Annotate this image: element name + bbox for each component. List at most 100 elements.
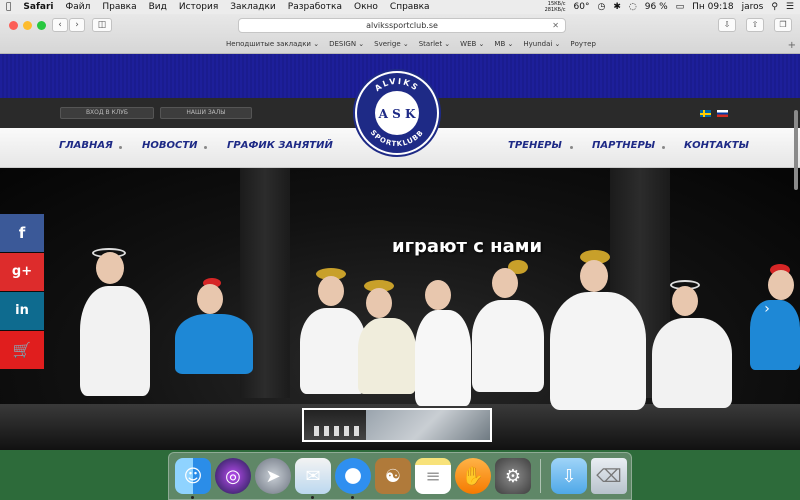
- linkedin-button[interactable]: in: [0, 292, 44, 330]
- login-club-button[interactable]: ВХОД В КЛУБ: [60, 107, 154, 119]
- siri-icon[interactable]: ◎: [215, 458, 251, 494]
- google-plus-icon: g+: [11, 264, 33, 279]
- nav-separator: [570, 146, 573, 149]
- menu-view[interactable]: Вид: [149, 2, 167, 12]
- nav-news[interactable]: НОВОСТИ: [142, 140, 198, 151]
- bookmark-unsorted[interactable]: Неподшитые закладки ⌄: [226, 40, 319, 48]
- safari-toolbar: ‹ › ◫ alvikssportclub.se ✕ ⇩ ⇧ ❐ Неподши…: [0, 14, 800, 54]
- safari-icon[interactable]: ➚: [335, 458, 371, 494]
- nav-schedule[interactable]: ГРАФИК ЗАНЯТИЙ: [227, 140, 333, 151]
- notification-center-icon[interactable]: ☰: [786, 2, 794, 12]
- menu-bookmarks[interactable]: Закладки: [230, 2, 276, 12]
- thumbnail-2[interactable]: [366, 410, 490, 440]
- bookmark-starlet[interactable]: Starlet ⌄: [419, 40, 450, 48]
- temperature-readout[interactable]: 60°: [574, 2, 590, 12]
- sidebar-button[interactable]: ◫: [92, 18, 112, 32]
- tabs-icon: ❐: [779, 20, 787, 29]
- share-icon: ⇧: [751, 20, 759, 29]
- nav-home[interactable]: ГЛАВНАЯ: [59, 140, 113, 151]
- facebook-button[interactable]: f: [0, 214, 44, 252]
- trash-can-icon: ⌫: [596, 465, 622, 487]
- cart-icon: 🛒: [12, 341, 32, 359]
- russian-flag-icon[interactable]: [717, 110, 728, 117]
- notes-icon[interactable]: ≡: [415, 458, 451, 494]
- zoom-window-button[interactable]: [37, 21, 46, 30]
- google-plus-button[interactable]: g+: [0, 253, 44, 291]
- menu-safari[interactable]: Safari: [23, 2, 53, 12]
- nav-contacts[interactable]: КОНТАКТЫ: [684, 140, 749, 151]
- mail-stamp-icon[interactable]: ✉: [295, 458, 331, 494]
- minimize-window-button[interactable]: [23, 21, 32, 30]
- trash-icon[interactable]: ⌫: [591, 458, 627, 494]
- language-switcher: [700, 110, 728, 117]
- slider-thumbnails: [302, 408, 492, 442]
- menu-window[interactable]: Окно: [354, 2, 378, 12]
- tabs-overview-button[interactable]: ❐: [774, 18, 792, 32]
- chevron-right-icon: ›: [75, 20, 79, 30]
- stop-loading-icon[interactable]: ✕: [552, 19, 559, 32]
- sidebar-icon: ◫: [97, 20, 107, 30]
- battery-status[interactable]: 96 %: [645, 2, 668, 12]
- spotlight-icon[interactable]: ⚲: [771, 2, 778, 12]
- forward-button[interactable]: ›: [69, 18, 85, 32]
- bookmark-web[interactable]: WEB ⌄: [460, 40, 484, 48]
- battery-icon[interactable]: ▭: [676, 2, 685, 12]
- bluetooth-icon[interactable]: ✱: [613, 2, 621, 12]
- menu-history[interactable]: История: [179, 2, 218, 12]
- hero-slider: играют с нами ‹ ›: [0, 168, 800, 450]
- chevron-right-icon: ›: [764, 301, 770, 317]
- launchpad-icon[interactable]: ➤: [255, 458, 291, 494]
- bookmark-mb[interactable]: MB ⌄: [494, 40, 513, 48]
- nav-partners[interactable]: ПАРТНЕРЫ: [592, 140, 655, 151]
- downloads-folder-icon[interactable]: ⇩: [551, 458, 587, 494]
- slider-next-button[interactable]: ›: [757, 300, 777, 320]
- nav-separator: [204, 146, 207, 149]
- download-icon: ⇩: [723, 20, 731, 29]
- clock[interactable]: Пн 09:18: [692, 2, 733, 12]
- thumbnail-1[interactable]: [304, 410, 366, 440]
- address-bar[interactable]: alvikssportclub.se ✕: [238, 18, 566, 33]
- new-tab-icon[interactable]: +: [788, 40, 796, 51]
- nav-separator: [119, 146, 122, 149]
- hero-caption: играют с нами: [392, 236, 543, 257]
- nav-trainers[interactable]: ТРЕНЕРЫ: [508, 140, 562, 151]
- our-halls-button[interactable]: НАШИ ЗАЛЫ: [160, 107, 252, 119]
- swedish-flag-icon[interactable]: [700, 110, 711, 117]
- net-down: 281КБ/с: [544, 7, 566, 13]
- web-page: ВХОД В КЛУБ НАШИ ЗАЛЫ ГЛАВНАЯ НОВОСТИ ГР…: [0, 54, 800, 450]
- menu-help[interactable]: Справка: [390, 2, 430, 12]
- chevron-left-icon: ‹: [58, 20, 62, 30]
- menu-file[interactable]: Файл: [65, 2, 90, 12]
- page-scrollbar[interactable]: [794, 110, 798, 190]
- macos-menu-bar:  Safari Файл Правка Вид История Закладк…: [0, 0, 800, 14]
- bookmark-design[interactable]: DESIGN ⌄: [329, 40, 364, 48]
- dock-separator: [540, 459, 541, 493]
- window-controls: [9, 21, 46, 30]
- url-text: alvikssportclub.se: [366, 21, 438, 30]
- bookmark-sverige[interactable]: Sverige ⌄: [374, 40, 409, 48]
- cart-button[interactable]: 🛒: [0, 331, 44, 369]
- network-speed: 15КБ/с 281КБ/с: [545, 1, 566, 13]
- bookmark-router[interactable]: Роутер: [570, 40, 595, 48]
- time-machine-icon[interactable]: ◷: [598, 2, 606, 12]
- contacts-icon[interactable]: ☯: [375, 458, 411, 494]
- wifi-icon[interactable]: ◌: [629, 2, 637, 12]
- system-preferences-icon[interactable]: ⚙: [495, 458, 531, 494]
- ibooks-icon[interactable]: ✋: [455, 458, 491, 494]
- bookmark-hyundai[interactable]: Hyundai ⌄: [523, 40, 560, 48]
- facebook-icon: f: [18, 224, 26, 242]
- close-window-button[interactable]: [9, 21, 18, 30]
- finder-icon[interactable]: ☺: [175, 458, 211, 494]
- linkedin-icon: in: [15, 303, 29, 318]
- logo-letters: A S K: [378, 107, 416, 121]
- nav-separator: [662, 146, 665, 149]
- user-name[interactable]: jaros: [742, 2, 764, 12]
- apple-menu-icon[interactable]: : [6, 2, 11, 12]
- back-button[interactable]: ‹: [52, 18, 68, 32]
- menu-develop[interactable]: Разработка: [288, 2, 342, 12]
- menu-edit[interactable]: Правка: [102, 2, 136, 12]
- share-button[interactable]: ⇧: [746, 18, 764, 32]
- running-indicator: [351, 496, 354, 499]
- downloads-button[interactable]: ⇩: [718, 18, 736, 32]
- club-logo[interactable]: ALVIKS SPORTKLUBB A S K: [352, 68, 442, 158]
